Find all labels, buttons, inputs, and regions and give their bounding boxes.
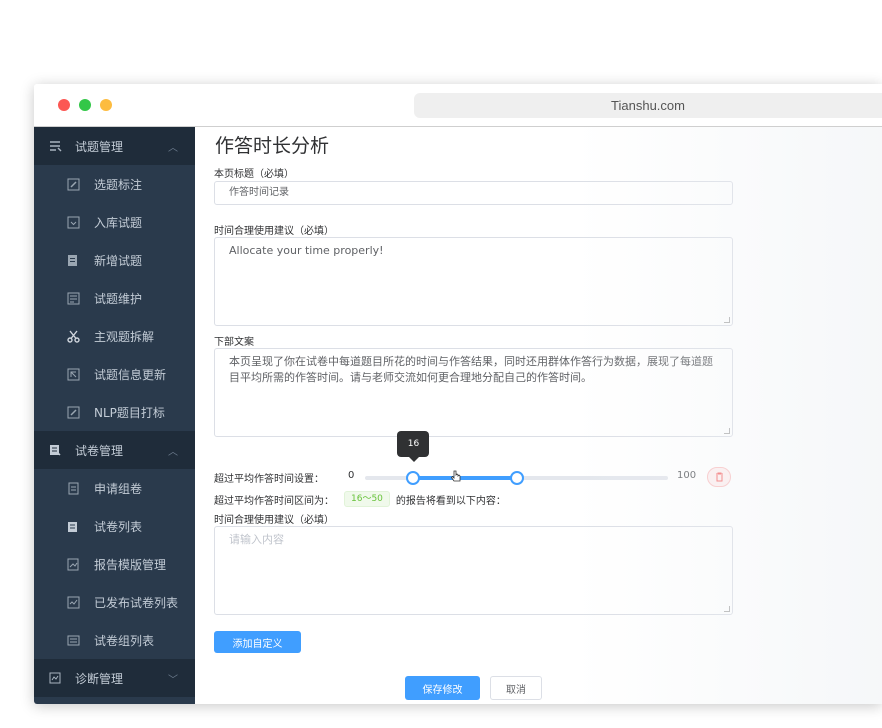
time-threshold-slider-row: 超过平均作答时间设置： 0 100: [214, 467, 734, 487]
add-custom-button[interactable]: 添加自定义: [214, 631, 301, 653]
sidebar-group-diagnosis-management[interactable]: 诊断管理 ﹀: [34, 659, 195, 697]
report-template-icon: [66, 557, 80, 571]
save-button[interactable]: 保存修改: [405, 676, 480, 700]
update-icon: [66, 367, 80, 381]
footer-copy-textarea[interactable]: 本页呈现了你在试卷中每道题目所花的时间与作答结果，同时还用群体作答行为数据，展现…: [214, 348, 733, 437]
hand-cursor-icon: [450, 470, 461, 482]
edit-icon: [66, 177, 80, 191]
sidebar-item-label: 主观题拆解: [94, 329, 155, 344]
range-prefix: 超过平均作答时间区间为：: [214, 495, 334, 507]
sidebar-item-published-papers[interactable]: 已发布试卷列表: [34, 583, 195, 621]
sidebar-item-label: 报告模版管理: [94, 557, 167, 572]
maximize-window-button[interactable]: [79, 99, 91, 111]
published-icon: [66, 595, 80, 609]
advice2-textarea[interactable]: 请输入内容: [214, 526, 733, 615]
advice2-field-label: 时间合理使用建议（必填）: [214, 515, 334, 526]
doc-maintain-icon: [66, 291, 80, 305]
browser-window: Tianshu.com 试题管理 ︿ 选题标注 入库试题 新增试题 试题维护 主…: [34, 84, 882, 704]
sidebar-group-paper-management[interactable]: 试卷管理 ︿: [34, 431, 195, 469]
slider-min-label: 0: [348, 470, 355, 481]
resize-handle-icon[interactable]: [724, 606, 730, 612]
sidebar-item-label: 已发布试卷列表: [94, 595, 179, 610]
slider-tooltip: 16: [397, 431, 430, 462]
range-summary: 超过平均作答时间区间为： 16～50 的报告将看到以下内容：: [214, 490, 506, 508]
main-content: 作答时长分析 本页标题（必填） 作答时间记录 时间合理使用建议（必填） Allo…: [195, 127, 882, 704]
advice-field-label: 时间合理使用建议（必填）: [214, 226, 334, 237]
delete-button[interactable]: [707, 467, 731, 487]
sidebar-item-question-info-update[interactable]: 试题信息更新: [34, 355, 195, 393]
sidebar: 试题管理 ︿ 选题标注 入库试题 新增试题 试题维护 主观题拆解 试题信息更新: [34, 127, 195, 704]
page-title: 作答时长分析: [215, 135, 330, 157]
exam-list-icon: [47, 138, 63, 154]
sidebar-item-label: 申请组卷: [94, 481, 143, 496]
sidebar-item-paper-groups[interactable]: 试卷组列表: [34, 621, 195, 659]
slider-low-handle[interactable]: [406, 471, 421, 485]
sidebar-item-report-template[interactable]: 报告模版管理: [34, 545, 195, 583]
chevron-down-icon: ﹀: [168, 675, 178, 686]
sidebar-item-label: NLP题目打标: [94, 405, 165, 420]
slider-max-label: 100: [677, 470, 697, 481]
import-icon: [66, 215, 80, 229]
tag-edit-icon: [66, 405, 80, 419]
sidebar-group-label: 试卷管理: [75, 443, 124, 458]
slider-high-handle[interactable]: [509, 471, 524, 485]
chevron-up-icon: ︿: [168, 447, 178, 458]
sidebar-item-label: 试卷列表: [94, 519, 143, 534]
range-suffix: 的报告将看到以下内容：: [395, 495, 506, 507]
paper-list-icon: [66, 519, 80, 533]
sidebar-item-nlp-tagging[interactable]: NLP题目打标: [34, 393, 195, 431]
address-bar[interactable]: Tianshu.com: [414, 93, 882, 118]
diagnosis-icon: [47, 670, 63, 686]
page-title-field-label: 本页标题（必填）: [214, 169, 294, 180]
cancel-button[interactable]: 取消: [490, 676, 542, 700]
slider-label: 超过平均作答时间设置：: [214, 474, 324, 485]
advice-text: Allocate your time properly!: [229, 244, 384, 257]
advice2-placeholder: 请输入内容: [229, 533, 284, 546]
sidebar-group-label: 诊断管理: [75, 671, 124, 686]
sidebar-item-label: 试题信息更新: [94, 367, 167, 382]
add-doc-icon: [66, 253, 80, 267]
trash-icon: [715, 472, 723, 482]
sidebar-item-question-maintenance[interactable]: 试题维护: [34, 279, 195, 317]
sidebar-item-subjective-split[interactable]: 主观题拆解: [34, 317, 195, 355]
sidebar-item-label: 入库试题: [94, 215, 143, 230]
sidebar-item-label: 试题维护: [94, 291, 143, 306]
range-tag: 16～50: [344, 491, 390, 507]
resize-handle-icon[interactable]: [724, 428, 730, 434]
sidebar-item-label: 选题标注: [94, 177, 143, 192]
paper-icon: [47, 442, 63, 458]
slider-range-fill: [413, 476, 517, 480]
paper-group-icon: [66, 633, 80, 647]
close-window-button[interactable]: [58, 99, 70, 111]
sidebar-item-add-question[interactable]: 新增试题: [34, 241, 195, 279]
sidebar-item-label: 试卷组列表: [94, 633, 155, 648]
footer-copy-text: 本页呈现了你在试卷中每道题目所花的时间与作答结果，同时还用群体作答行为数据，展现…: [229, 355, 713, 384]
footer-copy-label: 下部文案: [214, 337, 254, 348]
sidebar-item-stored-questions[interactable]: 入库试题: [34, 203, 195, 241]
resize-handle-icon[interactable]: [724, 317, 730, 323]
browser-titlebar: Tianshu.com: [34, 84, 882, 127]
page-title-input[interactable]: 作答时间记录: [214, 181, 733, 205]
sidebar-item-topic-annotation[interactable]: 选题标注: [34, 165, 195, 203]
minimize-window-button[interactable]: [100, 99, 112, 111]
chevron-up-icon: ︿: [168, 143, 178, 154]
sidebar-group-question-management[interactable]: 试题管理 ︿: [34, 127, 195, 165]
apply-icon: [66, 481, 80, 495]
advice-textarea[interactable]: Allocate your time properly!: [214, 237, 733, 326]
sidebar-item-apply-paper[interactable]: 申请组卷: [34, 469, 195, 507]
scissors-icon: [66, 329, 80, 343]
sidebar-group-label: 试题管理: [75, 139, 124, 154]
sidebar-item-paper-list[interactable]: 试卷列表: [34, 507, 195, 545]
sidebar-item-label: 新增试题: [94, 253, 143, 268]
